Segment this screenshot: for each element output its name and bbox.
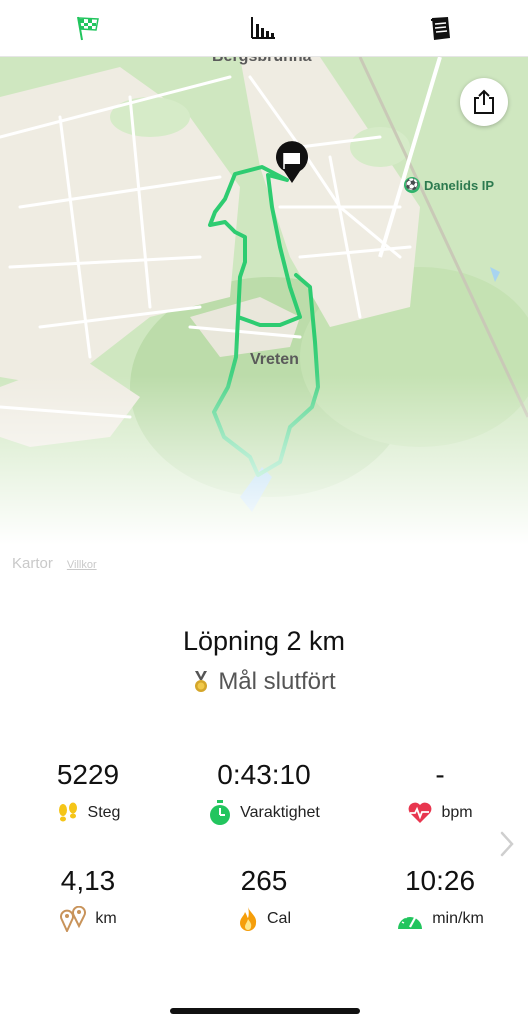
stat-label: Varaktighet [240,804,320,821]
notes-icon [430,17,450,40]
stopwatch-icon [210,800,231,825]
speedometer-icon [398,914,423,929]
stat-heart-rate: - bpm [352,758,528,826]
stat-steps: 5229 Steg [0,758,176,826]
start-marker[interactable] [270,141,314,185]
tab-chart[interactable] [245,10,281,46]
poi-marker[interactable]: ⚽ Danelids IP [404,177,494,193]
stat-label: Cal [266,910,291,927]
stat-label: km [95,910,117,927]
stat-duration: 0:43:10 Varaktighet [176,758,352,826]
stat-calories: 265 Cal [176,864,352,932]
terms-link[interactable]: Villkor [67,559,97,571]
stat-value: 10:26 [404,865,476,896]
map-canvas [0,57,528,587]
poi-label: Danelids IP [424,177,495,193]
top-tab-bar [0,0,528,57]
start-flag-pin-icon [276,141,308,183]
share-icon [474,89,494,114]
workout-title: Löpning 2 km [182,626,346,656]
bar-chart-icon [251,17,275,39]
footsteps-icon [58,802,77,822]
stat-value: 4,13 [60,865,116,896]
home-indicator[interactable] [170,1008,360,1014]
chevron-right-icon [500,831,514,857]
stat-value: - [435,759,445,790]
goal-text: Mål slutfört [218,668,336,695]
tab-notes[interactable] [422,10,458,46]
checkered-flag-icon [77,16,99,41]
sports-field-icon: ⚽ [404,177,420,193]
tab-route[interactable] [70,10,106,46]
route-map[interactable]: Bergsbrunna Vreten ⚽ Danelids IP Kartor … [0,57,528,587]
medal-icon [195,671,208,692]
attribution-text: Kartor [12,555,53,572]
stat-label: bpm [441,804,473,821]
share-button[interactable] [460,78,508,126]
location-pins-icon [60,906,87,932]
map-label-top: Bergsbrunna [212,57,312,66]
stat-value: 5229 [56,759,120,790]
stat-value: 0:43:10 [217,759,311,790]
stat-label: min/km [432,910,484,927]
map-attribution: Kartor Villkor [12,555,97,572]
flame-icon [239,907,257,931]
heart-rate-icon [409,802,432,823]
goal-status: Mål slutfört [0,668,528,696]
stat-pace: 10:26 min/km [352,864,528,932]
stat-label: Steg [87,804,121,821]
stat-value: 265 [240,865,288,896]
stat-distance: 4,13 km [0,864,176,932]
map-label-district: Vreten [250,351,299,368]
next-page-button[interactable] [498,830,516,863]
